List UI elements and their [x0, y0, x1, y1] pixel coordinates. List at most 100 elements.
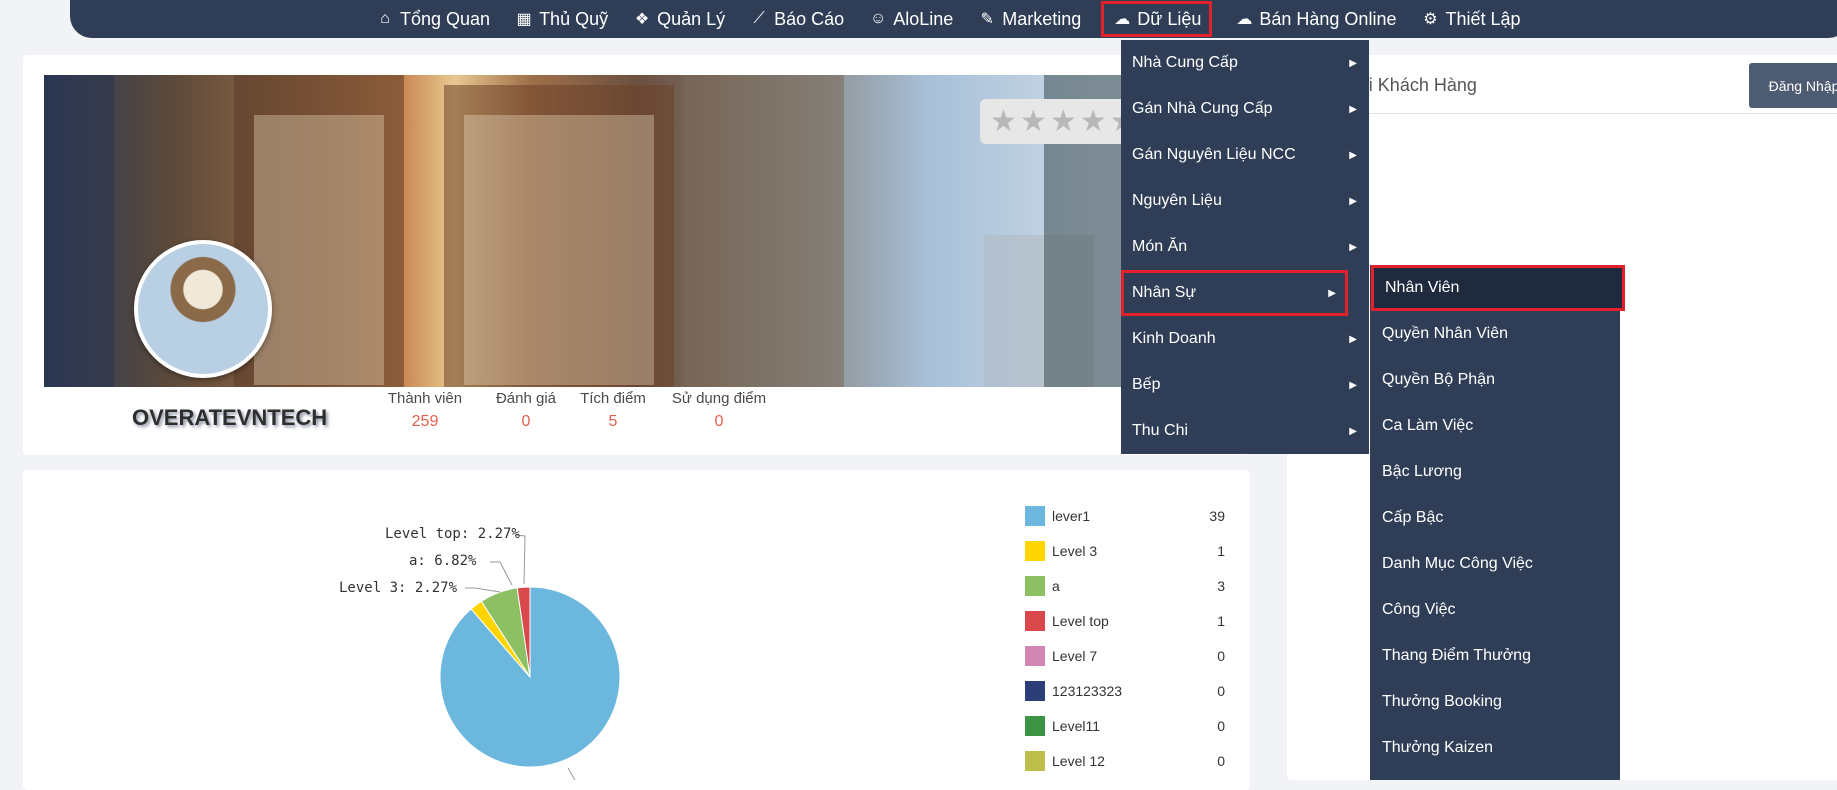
stat-label: Sử dụng điểm — [671, 390, 767, 407]
nav-aloline[interactable]: ☺ AloLine — [865, 2, 956, 36]
username: OVERATEVNTECH — [132, 405, 328, 430]
submenu-item-bac-luong[interactable]: Bậc Lương — [1370, 449, 1620, 495]
menu-item-nhan-su[interactable]: Nhân Sự ▶ — [1121, 270, 1348, 316]
nav-quan-ly[interactable]: ❖ Quản Lý — [629, 2, 728, 36]
legend-swatch — [1025, 716, 1045, 736]
home-icon: ⌂ — [380, 10, 390, 27]
star-icon[interactable]: ★ — [1080, 106, 1107, 137]
slice-label: Level 3: 2.27% — [339, 580, 458, 596]
nav-du-lieu[interactable]: ☁ Dữ Liệu — [1101, 1, 1213, 37]
leader-line — [465, 587, 501, 593]
submenu-item-nhan-vien[interactable]: Nhân Viên — [1371, 265, 1625, 311]
legend-item[interactable]: Level top 1 — [1025, 610, 1225, 632]
star-icon[interactable]: ★ — [990, 106, 1017, 137]
leader-line — [490, 561, 513, 586]
nav-ban-hang-online[interactable]: ☁ Bán Hàng Online — [1231, 2, 1399, 36]
menu-label: Nhà Cung Cấp — [1132, 54, 1238, 71]
nav-label: Báo Cáo — [774, 8, 845, 29]
menu-label: Món Ăn — [1132, 238, 1188, 255]
submenu-item-quyen-nhan-vien[interactable]: Quyền Nhân Viên — [1370, 311, 1620, 357]
nav-tong-quan[interactable]: ⌂ Tổng Quan — [372, 2, 493, 36]
users-icon: ☺ — [870, 10, 887, 27]
legend-item[interactable]: Level 7 0 — [1025, 645, 1225, 667]
menu-label: Nguyên Liệu — [1132, 192, 1222, 209]
menu-item-gan-nguyen-lieu-ncc[interactable]: Gán Nguyên Liệu NCC ▶ — [1121, 132, 1369, 178]
nav-label: Bán Hàng Online — [1259, 8, 1397, 29]
legend-swatch — [1025, 681, 1045, 701]
caret-right-icon: ▶ — [1349, 379, 1357, 391]
slice-label: a: 6.82% — [409, 553, 477, 569]
legend-label: Level top — [1052, 613, 1109, 629]
legend-item[interactable]: a3 — [1025, 575, 1225, 597]
submenu-item-thang-diem-thuong[interactable]: Thang Điểm Thưởng — [1370, 633, 1620, 679]
legend-label: a — [1052, 578, 1060, 594]
legend-value: 0 — [1217, 683, 1225, 699]
legend-value: 0 — [1217, 718, 1225, 734]
submenu-item-danh-muc-cong-viec[interactable]: Danh Mục Công Việc — [1370, 541, 1620, 587]
submenu-item-ca-lam-viec[interactable]: Ca Làm Việc — [1370, 403, 1620, 449]
avatar[interactable] — [134, 240, 272, 378]
nav-thu-quy[interactable]: ▦ Thủ Quỹ — [511, 2, 611, 36]
menu-item-kinh-doanh[interactable]: Kinh Doanh ▶ — [1121, 316, 1369, 362]
cloud-upload-icon: ☁ — [1114, 11, 1131, 28]
menu-item-gan-nha-cung-cap[interactable]: Gán Nhà Cung Cấp ▶ — [1121, 86, 1369, 132]
submenu-item-quyen-bo-phan[interactable]: Quyền Bộ Phận — [1370, 357, 1620, 403]
menu-label: Gán Nhà Cung Cấp — [1132, 100, 1273, 117]
legend-swatch — [1025, 646, 1045, 666]
nav-label: AloLine — [893, 8, 954, 29]
menu-item-nha-cung-cap[interactable]: Nhà Cung Cấp ▶ — [1121, 40, 1369, 86]
stat-value: 0 — [714, 413, 724, 430]
nav-thiet-lap[interactable]: ⚙ Thiết Lập — [1417, 2, 1523, 36]
legend-label: Level 12 — [1052, 753, 1105, 769]
menu-item-bep[interactable]: Bếp ▶ — [1121, 362, 1369, 408]
du-lieu-dropdown: Nhà Cung Cấp ▶ Gán Nhà Cung Cấp ▶ Gán Nguy… — [1121, 40, 1369, 454]
menu-label: Bếp — [1132, 376, 1161, 393]
rating-stars[interactable]: ★ ★ ★ ★ ★ — [980, 99, 1140, 144]
legend-item[interactable]: Level 12 0 — [1025, 750, 1225, 772]
login-button[interactable]: Đăng Nhập — [1749, 63, 1837, 108]
menu-item-mon-an[interactable]: Món Ăn ▶ — [1121, 224, 1369, 270]
menu-label: Thu Chi — [1132, 422, 1189, 439]
legend-label: Level 7 — [1052, 648, 1098, 664]
stat-points: Tích điểm 5 — [558, 390, 668, 431]
legend-item[interactable]: Level 3 1 — [1025, 540, 1225, 562]
nav-label: Dữ Liệu — [1137, 8, 1202, 29]
submenu-item-thuong-kaizen[interactable]: Thưởng Kaizen — [1370, 725, 1620, 771]
stat-label: Thành viên — [387, 390, 463, 407]
legend-item[interactable]: Level11 0 — [1025, 715, 1225, 737]
legend-value: 0 — [1217, 648, 1225, 664]
nav-bao-cao[interactable]: ⟋ Báo Cáo — [746, 2, 847, 36]
stat-points-used: Sử dụng điểm 0 — [664, 390, 774, 431]
paint-brush-icon: ✎ — [980, 11, 994, 28]
cloud-icon: ☁ — [1236, 11, 1253, 28]
cubes-icon: ❖ — [634, 11, 650, 28]
gear-icon: ⚙ — [1423, 11, 1438, 28]
legend-label: Level11 — [1052, 718, 1101, 734]
legend-swatch — [1025, 506, 1045, 526]
menu-item-nguyen-lieu[interactable]: Nguyên Liệu ▶ — [1121, 178, 1369, 224]
menu-label: Gán Nguyên Liệu NCC — [1132, 146, 1296, 163]
right-panel-title: ời Khách Hàng — [1357, 75, 1477, 95]
nav-label: Thủ Quỹ — [539, 8, 609, 29]
divider — [1287, 113, 1837, 114]
star-icon[interactable]: ★ — [1050, 106, 1077, 137]
legend-swatch — [1025, 576, 1045, 596]
submenu-item-cap-bac[interactable]: Cấp Bậc — [1370, 495, 1620, 541]
caret-right-icon: ▶ — [1328, 287, 1336, 299]
submenu-item-thuong-booking[interactable]: Thưởng Booking — [1370, 679, 1620, 725]
nhan-su-submenu: Nhân Viên Quyền Nhân Viên Quyền Bộ Phận … — [1370, 265, 1625, 780]
legend-swatch — [1025, 541, 1045, 561]
legend-value: 1 — [1217, 543, 1225, 559]
submenu-item-cong-viec[interactable]: Công Việc — [1370, 587, 1620, 633]
legend-value: 3 — [1217, 578, 1225, 594]
nav-marketing[interactable]: ✎ Marketing — [974, 2, 1084, 36]
stat-value: 5 — [608, 413, 618, 430]
legend-label: lever1 — [1052, 508, 1091, 524]
star-icon[interactable]: ★ — [1020, 106, 1047, 137]
nav-label: Tổng Quan — [400, 8, 491, 29]
legend-item[interactable]: 123123323 0 — [1025, 680, 1225, 702]
menu-item-thu-chi[interactable]: Thu Chi ▶ — [1121, 408, 1369, 454]
legend-item[interactable]: lever1 39 — [1025, 505, 1225, 527]
stat-label: Tích điểm — [580, 390, 646, 407]
slice-label: Level top: 2.27% — [385, 526, 520, 542]
